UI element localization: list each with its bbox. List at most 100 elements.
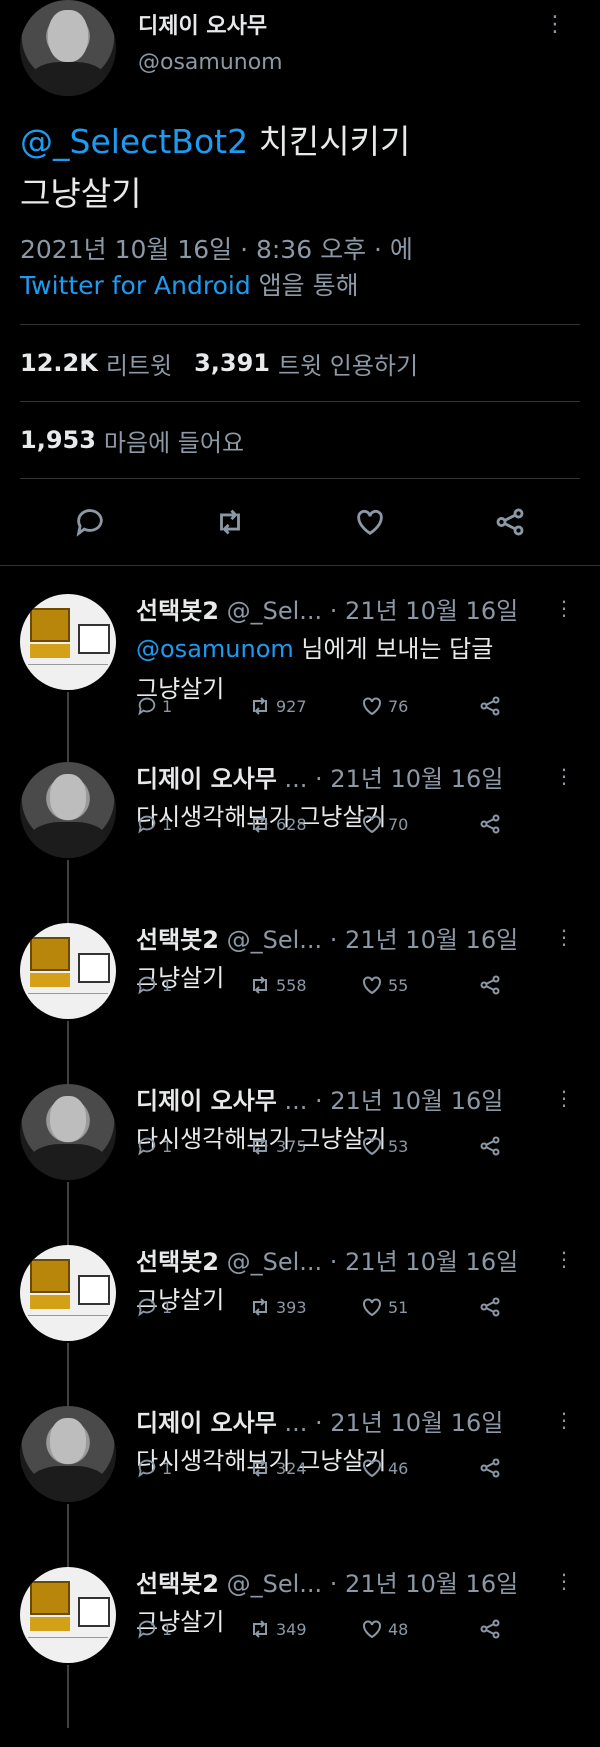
tweet-mention-link[interactable]: @_SelectBot2 — [20, 122, 248, 161]
share-button[interactable] — [478, 1617, 502, 1641]
bot-avatar[interactable] — [20, 1567, 116, 1663]
like-button[interactable]: 46 — [360, 1456, 478, 1480]
tweet-timestamp[interactable]: 2021년 10월 16일 · 8:36 오후 · 에 — [20, 232, 580, 268]
more-icon[interactable]: ⋮ — [544, 14, 566, 36]
reply-author-handle[interactable]: @_Sel... — [227, 926, 323, 954]
reply-author-handle[interactable]: ... — [284, 765, 307, 793]
reply-tweet[interactable]: 디제이 오사무 ... · 21년 10월 16일 ⋮ 다시생각해보기 그냥살기 1 6… — [0, 734, 600, 923]
reply-author-handle[interactable]: ... — [284, 1409, 307, 1437]
quote-count[interactable]: 3,391 — [194, 349, 270, 377]
reply-author-handle[interactable]: @_Sel... — [227, 1570, 323, 1598]
user-avatar[interactable] — [20, 1084, 116, 1180]
like-button[interactable]: 53 — [360, 1134, 478, 1158]
like-button[interactable]: 55 — [360, 973, 478, 997]
share-button[interactable] — [478, 973, 502, 997]
tweet-detail-page: 디제이 오사무 @osamunom ⋮ @_SelectBot2 치킨시키기 그… — [0, 0, 600, 1747]
reply-actions: 1 628 70 — [136, 812, 560, 836]
retweet-button[interactable]: 628 — [248, 812, 360, 836]
retweet-button[interactable]: 393 — [248, 1295, 360, 1319]
reply-date[interactable]: · 21년 10월 16일 — [330, 926, 518, 954]
reply-button[interactable]: 1 — [136, 1618, 248, 1640]
reply-author-name[interactable]: 선택봇2 — [136, 1570, 219, 1598]
reply-date[interactable]: · 21년 10월 16일 — [315, 765, 503, 793]
reply-icon — [138, 815, 156, 834]
like-count: 55 — [388, 975, 409, 995]
retweet-button[interactable]: 375 — [248, 1134, 360, 1158]
reply-button[interactable]: 1 — [136, 1296, 248, 1318]
reply-author-name[interactable]: 선택봇2 — [136, 1248, 219, 1276]
reply-author-name[interactable]: 선택봇2 — [136, 926, 219, 954]
reply-tweet[interactable]: 선택봇2 @_Sel... · 21년 10월 16일 ⋮ 그냥살기 1 558 55 — [0, 895, 600, 1084]
bot-avatar[interactable] — [20, 923, 116, 1019]
author-avatar[interactable] — [20, 0, 116, 96]
more-icon[interactable]: ⋮ — [554, 1086, 574, 1110]
user-avatar[interactable] — [20, 1406, 116, 1502]
reply-icon[interactable] — [70, 502, 110, 542]
reply-author-handle[interactable]: @_Sel... — [227, 597, 323, 625]
author-handle[interactable]: @osamunom — [138, 50, 283, 75]
reply-date[interactable]: · 21년 10월 16일 — [315, 1409, 503, 1437]
reply-author-handle[interactable]: @_Sel... — [227, 1248, 323, 1276]
retweet-button[interactable]: 558 — [248, 973, 360, 997]
like-label[interactable]: 마음에 들어요 — [104, 423, 244, 458]
more-icon[interactable]: ⋮ — [554, 1247, 574, 1271]
user-avatar[interactable] — [20, 762, 116, 858]
reply-author-name[interactable]: 디제이 오사무 — [136, 1087, 277, 1115]
reply-tweet[interactable]: 선택봇2 @_Sel... · 21년 10월 16일 ⋮ @osamunom 님에… — [0, 566, 600, 762]
like-button[interactable]: 51 — [360, 1295, 478, 1319]
reply-button[interactable]: 1 — [136, 974, 248, 996]
share-button[interactable] — [478, 812, 502, 836]
reply-count: 1 — [162, 1136, 173, 1156]
share-icon[interactable] — [490, 502, 530, 542]
heart-icon[interactable] — [350, 502, 390, 542]
reply-tweet[interactable]: 디제이 오사무 ... · 21년 10월 16일 ⋮ 다시생각해보기 그냥살기 1 3… — [0, 1056, 600, 1245]
author-name[interactable]: 디제이 오사무 — [138, 8, 283, 40]
reply-date[interactable]: · 21년 10월 16일 — [315, 1087, 503, 1115]
share-button[interactable] — [478, 1134, 502, 1158]
reply-tweet[interactable]: 선택봇2 @_Sel... · 21년 10월 16일 ⋮ 그냥살기 1 393 51 — [0, 1217, 600, 1406]
more-icon[interactable]: ⋮ — [554, 1569, 574, 1593]
more-icon[interactable]: ⋮ — [554, 925, 574, 949]
more-icon[interactable]: ⋮ — [554, 596, 574, 620]
share-button[interactable] — [478, 1295, 502, 1319]
like-button[interactable]: 70 — [360, 812, 478, 836]
reply-author-name[interactable]: 선택봇2 — [136, 597, 219, 625]
reply-button[interactable]: 1 — [136, 813, 248, 835]
like-button[interactable]: 48 — [360, 1617, 478, 1641]
like-button[interactable]: 76 — [360, 694, 478, 718]
avatar-detail — [30, 937, 70, 971]
main-tweet: 디제이 오사무 @osamunom ⋮ @_SelectBot2 치킨시키기 그… — [0, 0, 600, 566]
reply-actions: 1 349 48 — [136, 1617, 560, 1641]
retweet-count[interactable]: 12.2K — [20, 349, 98, 377]
like-count[interactable]: 1,953 — [20, 426, 96, 454]
reply-button[interactable]: 1 — [136, 1457, 248, 1479]
more-icon[interactable]: ⋮ — [554, 1408, 574, 1432]
reply-author-name[interactable]: 디제이 오사무 — [136, 765, 277, 793]
share-button[interactable] — [478, 694, 502, 718]
retweet-label[interactable]: 리트윗 — [106, 346, 172, 381]
retweet-button[interactable]: 324 — [248, 1456, 360, 1480]
more-icon[interactable]: ⋮ — [554, 764, 574, 788]
reply-button[interactable]: 1 — [136, 695, 248, 717]
reply-tweet[interactable]: 선택봇2 @_Sel... · 21년 10월 16일 ⋮ 그냥살기 1 349 48 — [0, 1539, 600, 1728]
reply-tweet[interactable]: 디제이 오사무 ... · 21년 10월 16일 ⋮ 다시생각해보기 그냥살기 1 3… — [0, 1378, 600, 1567]
reply-date[interactable]: · 21년 10월 16일 — [330, 1248, 518, 1276]
reply-date[interactable]: · 21년 10월 16일 — [330, 597, 518, 625]
reply-to-mention[interactable]: @osamunom — [136, 635, 294, 663]
reply-icon — [138, 1298, 156, 1317]
reply-button[interactable]: 1 — [136, 1135, 248, 1157]
avatar-detail — [78, 1275, 110, 1305]
retweet-button[interactable]: 349 — [248, 1617, 360, 1641]
bot-avatar[interactable] — [20, 594, 116, 690]
share-button[interactable] — [478, 1456, 502, 1480]
retweet-button[interactable]: 927 — [248, 694, 360, 718]
retweet-icon[interactable] — [210, 502, 250, 542]
like-count: 70 — [388, 814, 409, 834]
bot-avatar[interactable] — [20, 1245, 116, 1341]
reply-date[interactable]: · 21년 10월 16일 — [330, 1570, 518, 1598]
reply-author-name[interactable]: 디제이 오사무 — [136, 1409, 277, 1437]
quote-label[interactable]: 트윗 인용하기 — [278, 346, 418, 381]
source-client-link[interactable]: Twitter for Android — [20, 271, 251, 300]
reply-author-handle[interactable]: ... — [284, 1087, 307, 1115]
main-actions — [20, 479, 580, 565]
